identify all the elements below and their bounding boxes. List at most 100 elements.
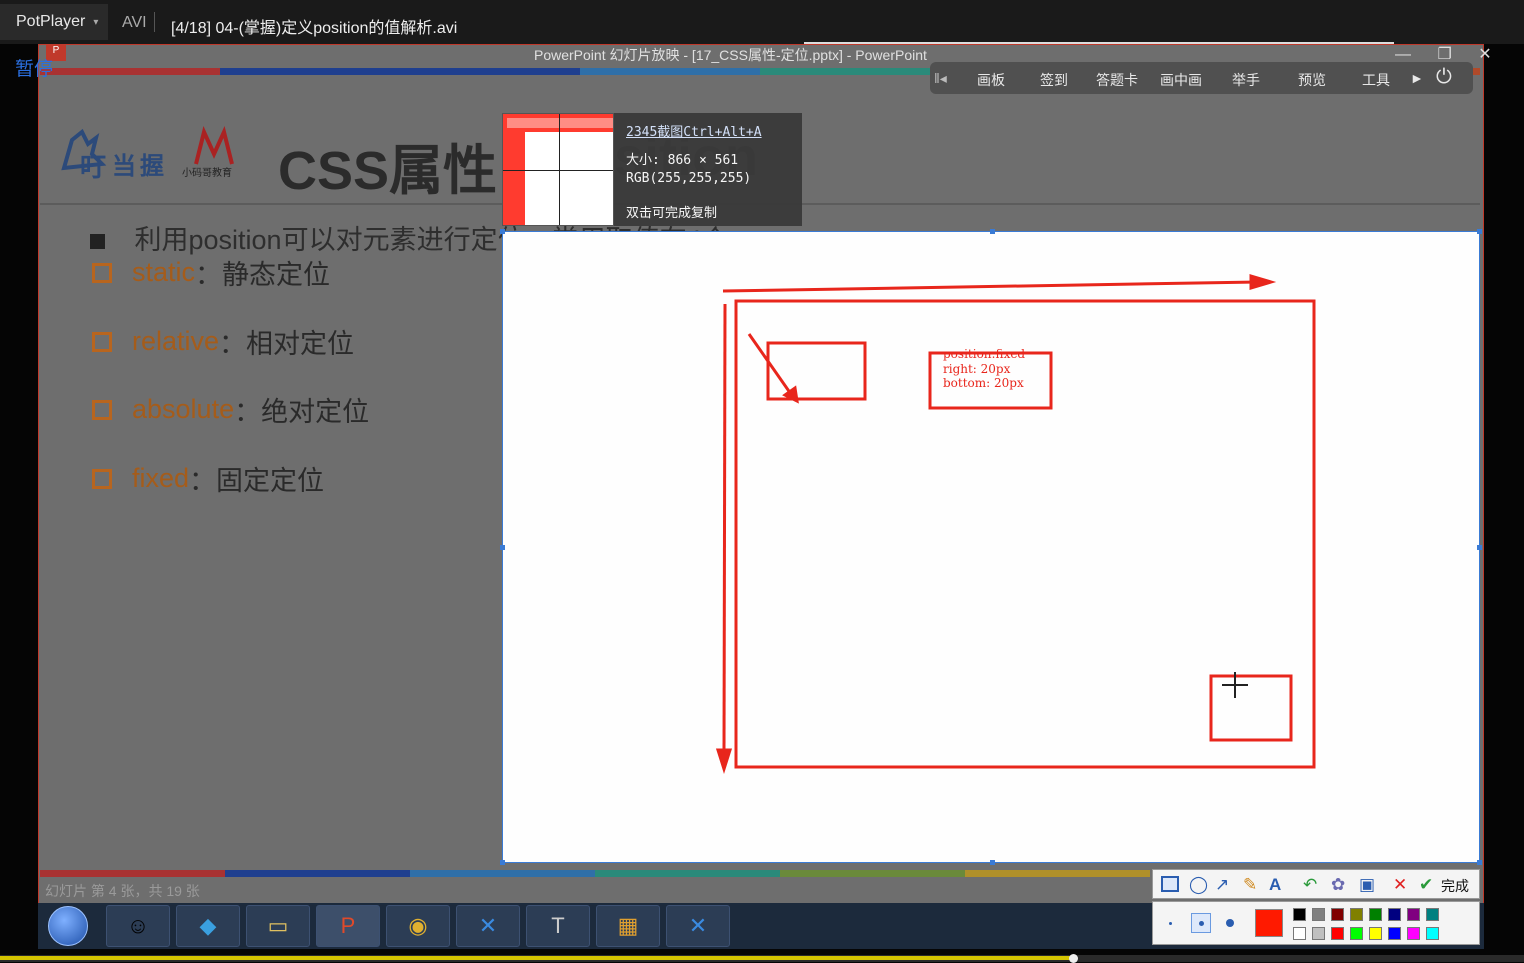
collapse-icon[interactable]: ‖◂ [934, 70, 947, 87]
value-desc: ：相对定位 [219, 329, 355, 359]
capture-hint: 双击可完成复制 [626, 206, 718, 221]
undo-icon[interactable]: ↶ [1303, 875, 1317, 895]
capture-region[interactable]: position:fixed right: 20px bottom: 20px [500, 229, 1482, 865]
value-keyword: fixed [132, 463, 190, 493]
brush-tool-icon[interactable]: ✎ [1243, 875, 1257, 895]
color-swatch[interactable] [1407, 908, 1420, 921]
color-swatch[interactable] [1312, 927, 1325, 940]
typora-icon[interactable]: T [526, 905, 590, 947]
color-palette-bar [1152, 901, 1480, 945]
close-button[interactable]: ✕ [1478, 46, 1491, 63]
color-swatch[interactable] [1426, 908, 1439, 921]
small-box-rect [766, 341, 867, 401]
power-icon[interactable]: ⏻ [1436, 66, 1452, 89]
toolbar-pip[interactable]: 画中画 [1160, 70, 1202, 90]
slide-color-bar-bottom [40, 870, 1150, 877]
value-keyword: absolute [132, 394, 235, 424]
powerpoint-icon[interactable]: P [316, 905, 380, 947]
powerpoint-window-title: PowerPoint 幻灯片放映 - [17_CSS属性-定位.pptx] - … [534, 47, 927, 63]
start-orb-icon[interactable] [44, 905, 92, 947]
logo: 叮 当 握 小码哥教育 [58, 124, 268, 183]
value-keyword: relative [132, 326, 220, 356]
ellipse-tool-icon[interactable]: ◯ [1189, 875, 1208, 895]
notepad-icon[interactable]: ▦ [596, 905, 660, 947]
magnifier-preview [502, 113, 614, 226]
minimize-button[interactable]: — [1395, 46, 1411, 63]
label-line-2: right: 20px [943, 362, 1011, 376]
toolbar-answer-card[interactable]: 答题卡 [1096, 70, 1138, 90]
color-swatch[interactable] [1293, 908, 1306, 921]
checkbox-bullet-icon [92, 262, 112, 283]
label-line-3: bottom: 20px [943, 376, 1024, 390]
value-keyword: static [132, 257, 196, 287]
done-button[interactable]: 完成 [1441, 876, 1469, 896]
divider [154, 12, 155, 32]
color-swatch[interactable] [1331, 908, 1344, 921]
color-swatch[interactable] [1388, 908, 1401, 921]
size-large-icon[interactable] [1226, 919, 1234, 927]
chevron-down-icon: ▾ [93, 16, 99, 28]
svg-text:叮: 叮 [80, 153, 106, 182]
cancel-icon[interactable]: ✕ [1393, 875, 1407, 895]
restore-button[interactable]: ❐ [1437, 46, 1451, 63]
toolbar-raise-hand[interactable]: 举手 [1232, 70, 1260, 90]
color-swatch[interactable] [1369, 927, 1382, 940]
play-icon[interactable]: ► [1410, 70, 1424, 86]
toolbar-preview[interactable]: 预览 [1298, 70, 1326, 90]
format-label: AVI [122, 14, 147, 31]
arrow-tool-icon[interactable]: ↗ [1215, 875, 1229, 895]
arrow-down [722, 303, 727, 753]
slide-heading: CSS属性 [278, 141, 498, 201]
seek-progress [0, 956, 1073, 960]
rectangle-tool-icon[interactable] [1161, 876, 1179, 892]
app-blue-icon[interactable]: ◆ [176, 905, 240, 947]
color-swatch[interactable] [1312, 908, 1325, 921]
slide-status: 幻灯片 第 4 张，共 19 张 [45, 883, 200, 899]
drawing-canvas: position:fixed right: 20px bottom: 20px [715, 273, 1316, 774]
potplayer-menu-button[interactable]: PotPlayer ▾ [0, 4, 108, 40]
slide-show-toolbar: ‖◂ 画板 签到 答题卡 画中画 举手 预览 工具 ► ⏻ [930, 62, 1473, 94]
square-bullet-icon [90, 234, 105, 250]
checkbox-bullet-icon [92, 468, 112, 489]
toolbar-tools[interactable]: 工具 [1362, 70, 1390, 90]
color-swatch[interactable] [1407, 927, 1420, 940]
value-desc: ：静态定位 [195, 260, 331, 290]
video-title: [4/18] 04-(掌握)定义position的值解析.avi [171, 20, 458, 37]
vscode-icon[interactable]: ✕ [456, 905, 520, 947]
color-swatch[interactable] [1350, 927, 1363, 940]
user-avatar-icon[interactable]: ☺ [106, 905, 170, 947]
capture-tool-title: 2345截图Ctrl+Alt+A [626, 125, 762, 140]
vscode-2-icon[interactable]: ✕ [666, 905, 730, 947]
label-line-1: position:fixed [943, 347, 1025, 361]
viewport-rect [734, 299, 1316, 769]
toolbar-whiteboard[interactable]: 画板 [977, 70, 1005, 90]
arrow-right [722, 280, 1259, 293]
value-desc: ：固定定位 [189, 466, 325, 496]
list-item: fixed ：固定定位 [92, 459, 324, 498]
selected-color-swatch[interactable] [1255, 909, 1283, 937]
toolbar-checkin[interactable]: 签到 [1040, 70, 1068, 90]
text-tool-icon[interactable]: A [1269, 875, 1281, 895]
capture-size: 大小: 866 × 561 [626, 153, 739, 168]
color-swatch[interactable] [1350, 908, 1363, 921]
color-swatch[interactable] [1426, 927, 1439, 940]
file-explorer-icon[interactable]: ▭ [246, 905, 310, 947]
save-icon[interactable]: ▣ [1359, 875, 1375, 895]
done-check-icon[interactable]: ✔ [1419, 875, 1433, 895]
color-swatch[interactable] [1369, 908, 1382, 921]
logo-caption: 小码哥教育 [182, 166, 232, 179]
size-small-icon[interactable] [1169, 922, 1172, 925]
pause-indicator: 暂停 [15, 59, 54, 80]
color-swatch[interactable] [1388, 927, 1401, 940]
window-controls: — ❐ ✕ [1395, 44, 1492, 64]
mosaic-icon[interactable]: ✿ [1331, 875, 1345, 895]
size-medium-icon[interactable] [1191, 913, 1211, 933]
svg-text:当: 当 [112, 152, 136, 180]
color-swatch[interactable] [1293, 927, 1306, 940]
svg-text:握: 握 [140, 152, 164, 180]
chrome-icon[interactable]: ◉ [386, 905, 450, 947]
list-item: absolute ：绝对定位 [92, 390, 369, 429]
capture-info-panel: 2345截图Ctrl+Alt+A 大小: 866 × 561 RGB(255,2… [614, 113, 802, 226]
color-swatch[interactable] [1331, 927, 1344, 940]
value-desc: ：绝对定位 [234, 397, 370, 427]
